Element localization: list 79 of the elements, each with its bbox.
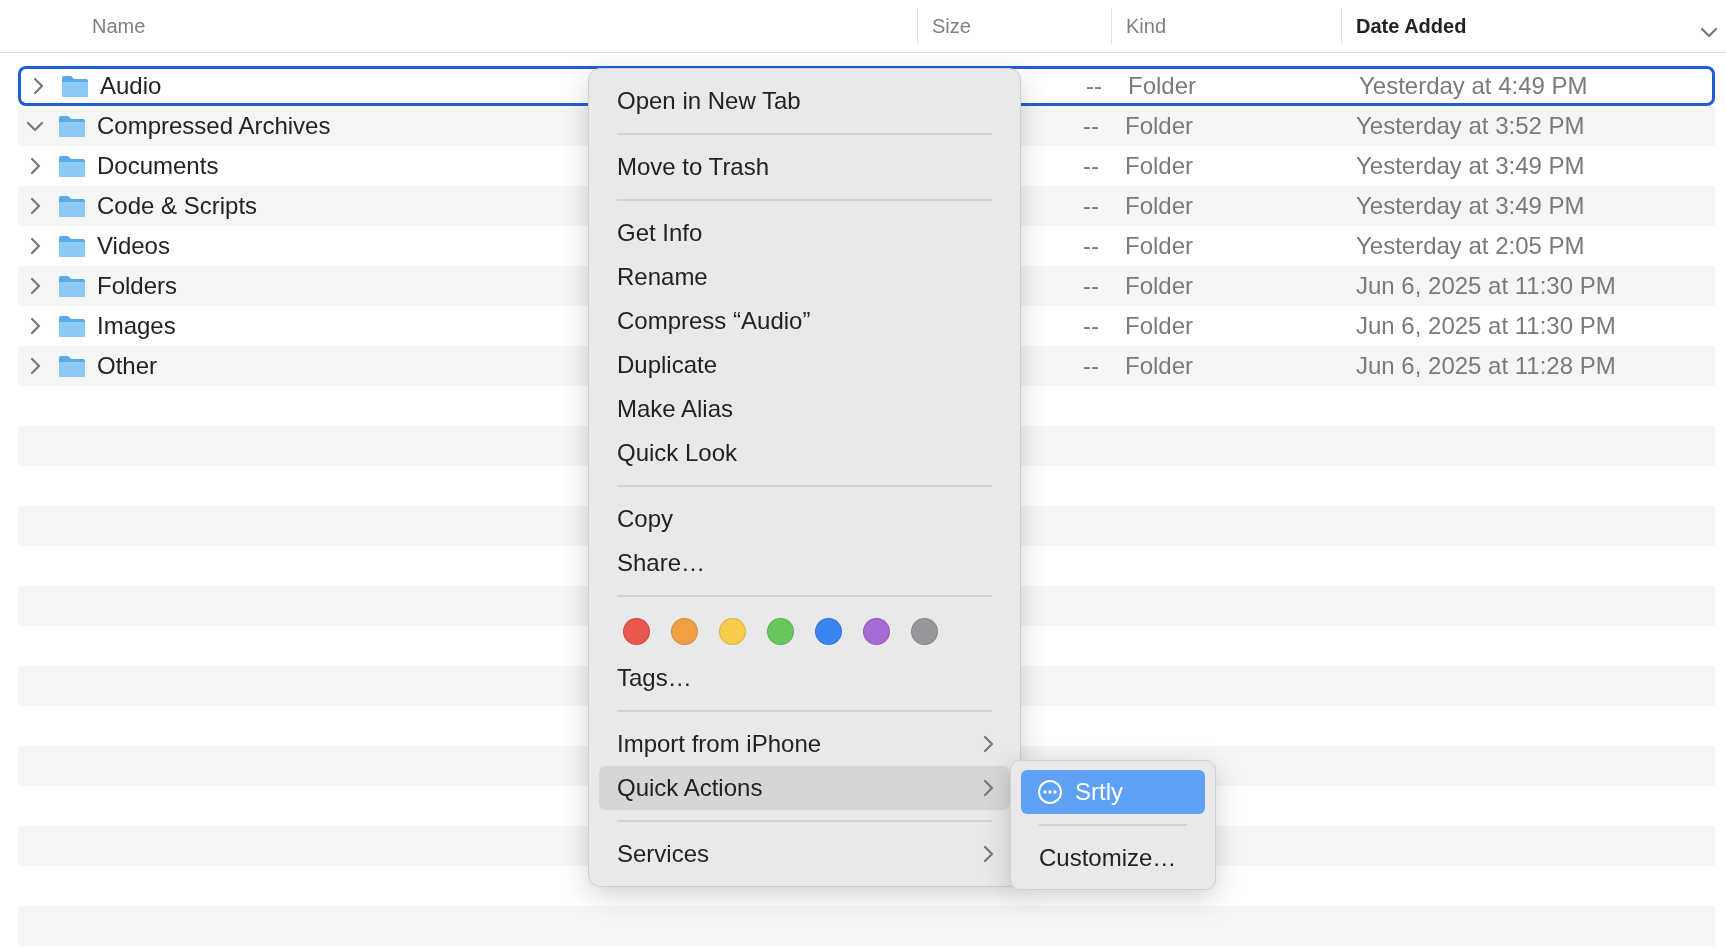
tag-color-dot[interactable] — [767, 618, 794, 645]
folder-icon — [58, 274, 86, 298]
menu-item[interactable]: Duplicate — [599, 343, 1010, 387]
file-name: Compressed Archives — [97, 112, 331, 140]
date-added: Yesterday at 4:49 PM — [1359, 72, 1588, 99]
menu-item[interactable]: Move to Trash — [599, 145, 1010, 189]
disclosure-chevron-icon[interactable] — [32, 77, 44, 95]
tag-color-dot[interactable] — [671, 618, 698, 645]
file-size: -- — [1083, 312, 1099, 339]
folder-icon — [58, 154, 86, 178]
menu-item[interactable]: Customize… — [1021, 836, 1205, 880]
date-added: Jun 6, 2025 at 11:30 PM — [1356, 312, 1616, 339]
menu-item[interactable]: Get Info — [599, 211, 1010, 255]
file-name: Other — [97, 352, 158, 380]
submenu-item[interactable]: Services — [599, 832, 1010, 876]
file-size: -- — [1083, 112, 1099, 139]
menu-item[interactable]: Make Alias — [599, 387, 1010, 431]
date-added: Yesterday at 3:49 PM — [1356, 152, 1585, 179]
menu-item[interactable]: Compress “Audio” — [599, 299, 1010, 343]
date-added: Yesterday at 3:52 PM — [1356, 112, 1585, 139]
disclosure-chevron-icon[interactable] — [29, 237, 41, 255]
ellipsis-circle-icon — [1037, 779, 1063, 805]
file-size: -- — [1083, 192, 1099, 219]
file-kind: Folder — [1125, 112, 1194, 139]
date-added: Yesterday at 2:05 PM — [1356, 232, 1585, 259]
tag-color-dot[interactable] — [719, 618, 746, 645]
file-name: Code & Scripts — [97, 192, 258, 220]
folder-icon — [58, 354, 86, 378]
file-size: -- — [1086, 72, 1102, 99]
disclosure-chevron-icon[interactable] — [29, 277, 41, 295]
chevron-right-icon[interactable] — [982, 779, 994, 797]
file-kind: Folder — [1125, 232, 1194, 259]
file-kind: Folder — [1125, 192, 1194, 219]
submenu-item[interactable]: Import from iPhone — [599, 722, 1010, 766]
tag-color-dot[interactable] — [911, 618, 938, 645]
column-header[interactable]: Size — [932, 14, 971, 38]
file-name: Videos — [97, 232, 170, 260]
disclosure-chevron-icon[interactable] — [29, 157, 41, 175]
menu-item[interactable]: Quick Look — [599, 431, 1010, 475]
sort-chevron-icon[interactable] — [1700, 26, 1718, 38]
menu-item[interactable]: Open in New Tab — [599, 79, 1010, 123]
file-kind: Folder — [1125, 152, 1194, 179]
disclosure-chevron-icon[interactable] — [26, 120, 44, 132]
chevron-right-icon[interactable] — [982, 735, 994, 753]
tag-color-dot[interactable] — [863, 618, 890, 645]
file-name: Images — [97, 312, 176, 340]
folder-icon — [61, 74, 89, 98]
file-size: -- — [1083, 352, 1099, 379]
file-kind: Folder — [1125, 312, 1194, 339]
folder-icon — [58, 314, 86, 338]
file-name: Audio — [100, 72, 162, 100]
folder-icon — [58, 194, 86, 218]
date-added: Yesterday at 3:49 PM — [1356, 192, 1585, 219]
date-added: Jun 6, 2025 at 11:28 PM — [1356, 352, 1616, 379]
disclosure-chevron-icon[interactable] — [29, 197, 41, 215]
column-header[interactable]: Name — [92, 14, 146, 38]
menu-item[interactable]: Copy — [599, 497, 1010, 541]
file-name: Folders — [97, 272, 178, 300]
date-added: Jun 6, 2025 at 11:30 PM — [1356, 272, 1616, 299]
tag-color-dot[interactable] — [623, 618, 650, 645]
file-kind: Folder — [1125, 352, 1194, 379]
file-size: -- — [1083, 232, 1099, 259]
column-header[interactable]: Kind — [1126, 14, 1167, 38]
file-name: Documents — [97, 152, 219, 180]
file-kind: Folder — [1128, 72, 1197, 99]
menu-item[interactable]: Tags… — [599, 656, 1010, 700]
menu-item[interactable]: Share… — [599, 541, 1010, 585]
disclosure-chevron-icon[interactable] — [29, 357, 41, 375]
folder-icon — [58, 234, 86, 258]
folder-icon — [58, 114, 86, 138]
submenu-item[interactable]: Quick Actions — [599, 766, 1010, 810]
disclosure-chevron-icon[interactable] — [29, 317, 41, 335]
file-size: -- — [1083, 272, 1099, 299]
chevron-right-icon[interactable] — [982, 845, 994, 863]
file-kind: Folder — [1125, 272, 1194, 299]
file-size: -- — [1083, 152, 1099, 179]
tag-color-dot[interactable] — [815, 618, 842, 645]
column-header[interactable]: Date Added — [1356, 14, 1467, 38]
menu-item[interactable]: Rename — [599, 255, 1010, 299]
